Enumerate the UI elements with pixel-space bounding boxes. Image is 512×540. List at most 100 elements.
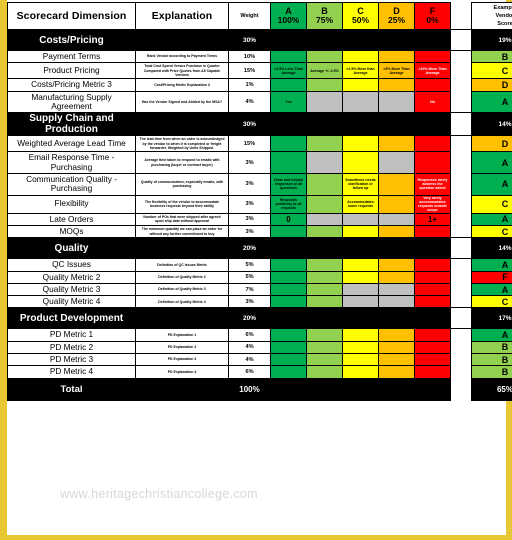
metric-vendor-score[interactable]: F bbox=[471, 270, 512, 284]
grade-criteria-cell-d[interactable]: >5% More Than Average bbox=[378, 62, 415, 80]
grade-criteria-cell-na[interactable] bbox=[378, 151, 415, 174]
metric-vendor-score[interactable]: B bbox=[471, 365, 512, 379]
grade-criteria-cell-c[interactable] bbox=[342, 352, 379, 367]
grade-criteria-cell-a[interactable] bbox=[270, 225, 307, 239]
grade-criteria-cell-d[interactable] bbox=[378, 340, 415, 355]
grade-criteria-cell-f[interactable] bbox=[414, 135, 451, 153]
grade-criteria-cell-f[interactable] bbox=[414, 328, 451, 342]
grade-criteria-cell-d[interactable] bbox=[378, 225, 415, 239]
metric-vendor-score[interactable]: B bbox=[471, 340, 512, 355]
grade-criteria-cell-c[interactable] bbox=[342, 340, 379, 355]
grade-criteria-cell-f[interactable] bbox=[414, 340, 451, 355]
grade-criteria-cell-a[interactable] bbox=[270, 78, 307, 92]
grade-criteria-cell-f[interactable] bbox=[414, 352, 451, 367]
grade-criteria-cell-b[interactable]: Average +/- 2.5% bbox=[306, 62, 343, 80]
grade-criteria-cell-b[interactable] bbox=[306, 49, 343, 64]
grade-criteria-cell-f[interactable]: No bbox=[414, 90, 451, 114]
grade-criteria-cell-f[interactable] bbox=[414, 225, 451, 239]
grade-criteria-cell-f[interactable]: Very rarely accommodates requests outsid… bbox=[414, 194, 451, 214]
grade-criteria-cell-na[interactable] bbox=[378, 90, 415, 114]
grade-criteria-cell-na[interactable] bbox=[306, 212, 343, 227]
grade-criteria-cell-c[interactable] bbox=[342, 270, 379, 284]
grade-criteria-cell-a[interactable]: Clear and helpful responses to all quest… bbox=[270, 172, 307, 196]
grade-criteria-cell-a[interactable] bbox=[270, 49, 307, 64]
metric-vendor-score[interactable]: D bbox=[471, 78, 512, 92]
grade-criteria-cell-a[interactable]: <2.5% Less Than Average bbox=[270, 62, 307, 80]
grade-criteria-cell-c[interactable]: >2.5% More than Average bbox=[342, 62, 379, 80]
grade-criteria-cell-na[interactable] bbox=[342, 212, 379, 227]
grade-criteria-cell-d[interactable] bbox=[378, 270, 415, 284]
grade-criteria-cell-b[interactable] bbox=[306, 365, 343, 379]
grade-criteria-cell-a[interactable] bbox=[270, 151, 307, 174]
grade-criteria-cell-b[interactable] bbox=[306, 340, 343, 355]
grade-criteria-cell-a[interactable] bbox=[270, 270, 307, 284]
grade-criteria-cell-b[interactable] bbox=[306, 352, 343, 367]
grade-criteria-cell-f[interactable] bbox=[414, 295, 451, 309]
metric-vendor-score[interactable]: A bbox=[471, 328, 512, 342]
grade-criteria-cell-b[interactable] bbox=[306, 172, 343, 196]
grade-criteria-cell-na[interactable] bbox=[378, 212, 415, 227]
grade-criteria-cell-c[interactable] bbox=[342, 328, 379, 342]
metric-vendor-score[interactable]: B bbox=[471, 49, 512, 64]
grade-criteria-cell-c[interactable]: Sometimes needs clarification or follow … bbox=[342, 172, 379, 196]
metric-vendor-score[interactable]: A bbox=[471, 90, 512, 114]
grade-criteria-cell-f[interactable] bbox=[414, 151, 451, 174]
grade-criteria-cell-a[interactable] bbox=[270, 365, 307, 379]
grade-criteria-cell-c[interactable]: Accommodates some requests bbox=[342, 194, 379, 214]
grade-criteria-cell-c[interactable] bbox=[342, 49, 379, 64]
grade-criteria-cell-na[interactable] bbox=[306, 151, 343, 174]
grade-criteria-cell-d[interactable] bbox=[378, 49, 415, 64]
grade-criteria-cell-a[interactable] bbox=[270, 282, 307, 297]
grade-criteria-cell-f[interactable] bbox=[414, 270, 451, 284]
grade-criteria-cell-d[interactable] bbox=[378, 194, 415, 214]
grade-criteria-cell-f[interactable]: Responses rarely address the question as… bbox=[414, 172, 451, 196]
grade-criteria-cell-b[interactable] bbox=[306, 295, 343, 309]
grade-criteria-cell-na[interactable] bbox=[342, 282, 379, 297]
grade-criteria-cell-a[interactable]: Responds positively to all requests bbox=[270, 194, 307, 214]
grade-criteria-cell-b[interactable] bbox=[306, 328, 343, 342]
metric-vendor-score[interactable]: C bbox=[471, 194, 512, 214]
metric-vendor-score[interactable]: C bbox=[471, 295, 512, 309]
grade-criteria-cell-a[interactable] bbox=[270, 258, 307, 272]
metric-vendor-score[interactable]: A bbox=[471, 151, 512, 174]
grade-criteria-cell-f[interactable]: >10% More Than Average bbox=[414, 62, 451, 80]
grade-criteria-cell-f[interactable] bbox=[414, 365, 451, 379]
grade-criteria-cell-d[interactable] bbox=[378, 365, 415, 379]
grade-criteria-cell-d[interactable] bbox=[378, 135, 415, 153]
grade-criteria-cell-c[interactable] bbox=[342, 258, 379, 272]
grade-criteria-cell-b[interactable] bbox=[306, 258, 343, 272]
grade-criteria-cell-f[interactable] bbox=[414, 78, 451, 92]
grade-criteria-cell-d[interactable] bbox=[378, 328, 415, 342]
grade-criteria-cell-b[interactable] bbox=[306, 194, 343, 214]
metric-vendor-score[interactable]: A bbox=[471, 212, 512, 227]
grade-criteria-cell-f[interactable] bbox=[414, 49, 451, 64]
grade-criteria-cell-b[interactable] bbox=[306, 282, 343, 297]
grade-criteria-cell-na[interactable] bbox=[342, 90, 379, 114]
grade-criteria-cell-b[interactable] bbox=[306, 78, 343, 92]
grade-criteria-cell-a[interactable] bbox=[270, 295, 307, 309]
metric-vendor-score[interactable]: B bbox=[471, 352, 512, 367]
grade-criteria-cell-c[interactable] bbox=[342, 151, 379, 174]
grade-criteria-cell-a[interactable]: Yes bbox=[270, 90, 307, 114]
metric-vendor-score[interactable]: C bbox=[471, 225, 512, 239]
grade-criteria-cell-d[interactable] bbox=[378, 78, 415, 92]
metric-vendor-score[interactable]: D bbox=[471, 135, 512, 153]
grade-criteria-cell-f[interactable]: 1+ bbox=[414, 212, 451, 227]
grade-criteria-cell-d[interactable] bbox=[378, 258, 415, 272]
grade-criteria-cell-a[interactable] bbox=[270, 340, 307, 355]
grade-criteria-cell-a[interactable]: 0 bbox=[270, 212, 307, 227]
grade-criteria-cell-a[interactable] bbox=[270, 352, 307, 367]
grade-criteria-cell-na[interactable] bbox=[342, 295, 379, 309]
grade-criteria-cell-c[interactable] bbox=[342, 365, 379, 379]
grade-criteria-cell-na[interactable] bbox=[378, 282, 415, 297]
metric-vendor-score[interactable]: A bbox=[471, 258, 512, 272]
grade-criteria-cell-d[interactable] bbox=[378, 352, 415, 367]
metric-vendor-score[interactable]: A bbox=[471, 172, 512, 196]
metric-vendor-score[interactable]: A bbox=[471, 282, 512, 297]
grade-criteria-cell-f[interactable] bbox=[414, 258, 451, 272]
grade-criteria-cell-b[interactable] bbox=[306, 225, 343, 239]
grade-criteria-cell-a[interactable] bbox=[270, 328, 307, 342]
grade-criteria-cell-f[interactable] bbox=[414, 282, 451, 297]
grade-criteria-cell-d[interactable] bbox=[378, 172, 415, 196]
grade-criteria-cell-c[interactable] bbox=[342, 135, 379, 153]
